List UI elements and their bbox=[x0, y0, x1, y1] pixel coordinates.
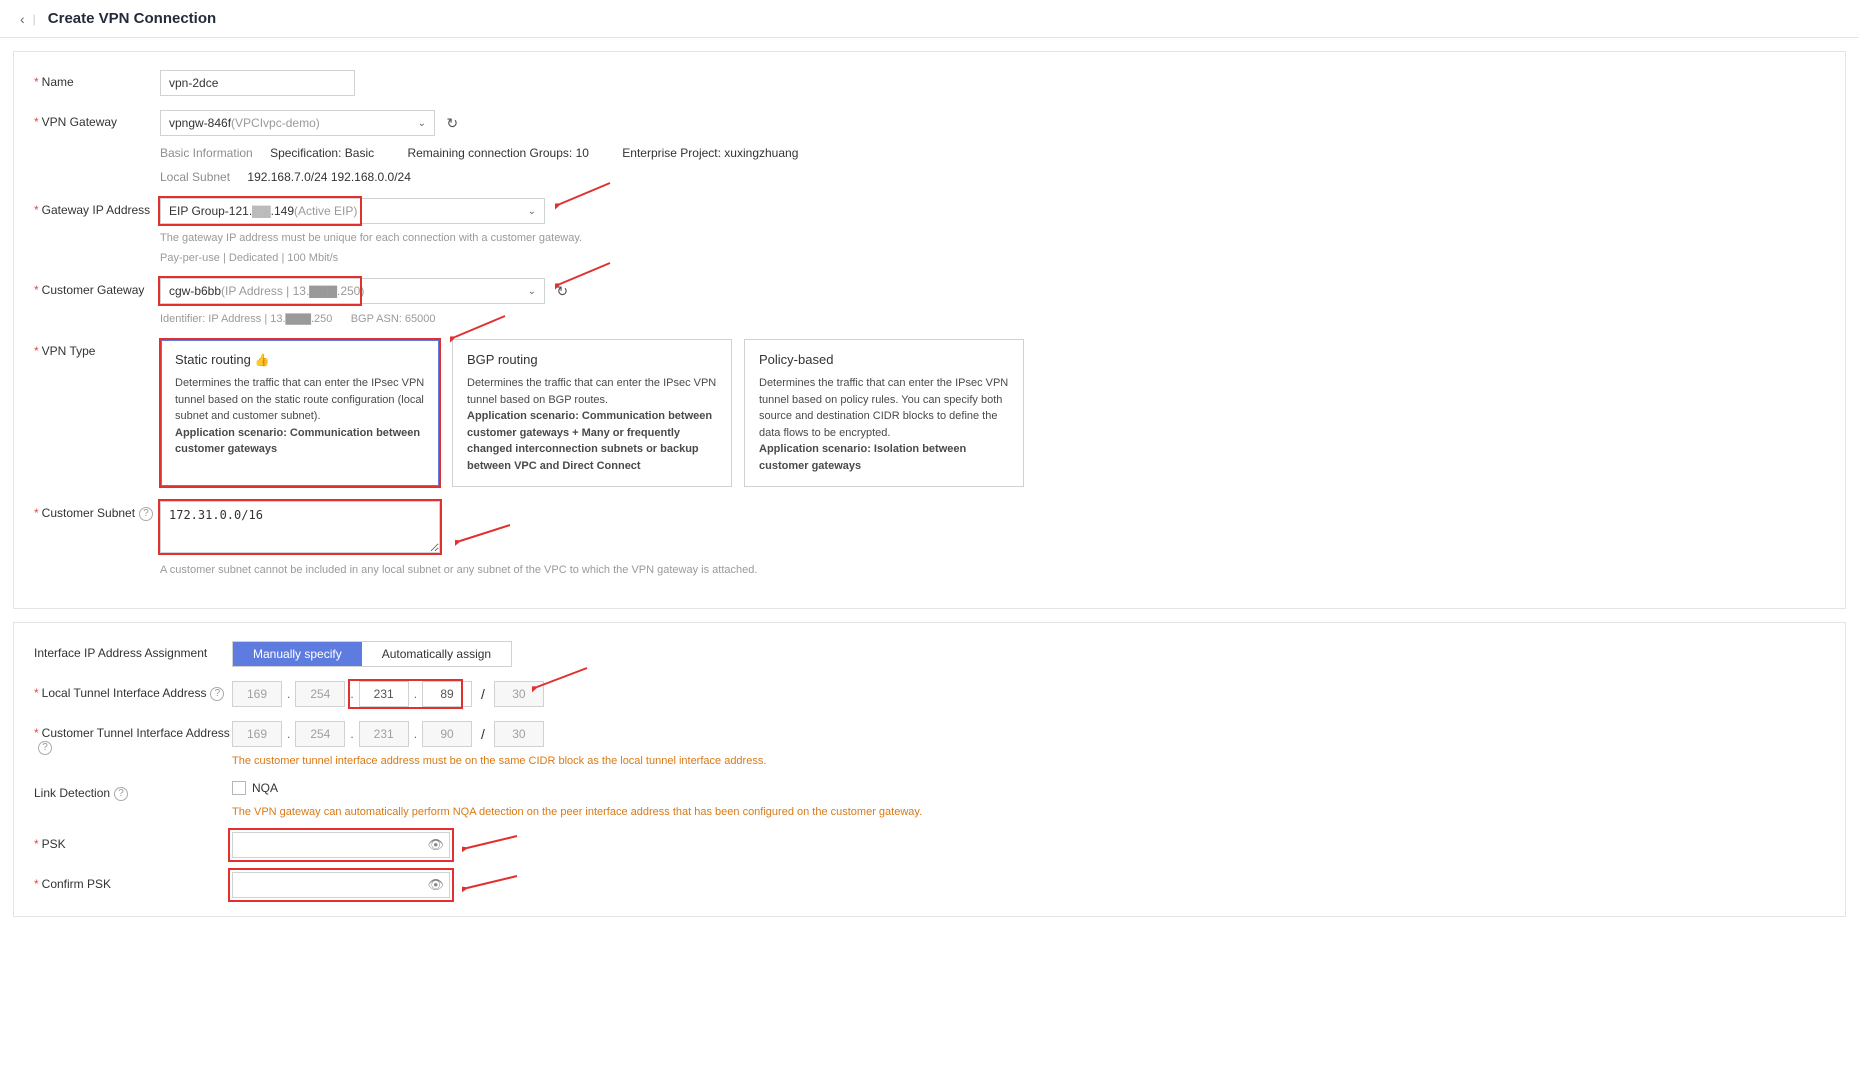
header-divider: | bbox=[33, 12, 36, 26]
help-icon[interactable]: ? bbox=[139, 507, 153, 521]
toggle-manual[interactable]: Manually specify bbox=[233, 642, 362, 666]
refresh-icon[interactable]: ↻ bbox=[446, 115, 458, 132]
label-confirm-psk: *Confirm PSK bbox=[34, 872, 232, 891]
interface-assignment-toggle: Manually specify Automatically assign bbox=[232, 641, 512, 667]
customer-subnet-hint: A customer subnet cannot be included in … bbox=[160, 564, 1825, 576]
name-input[interactable] bbox=[160, 70, 355, 96]
annotation-arrow bbox=[455, 521, 515, 546]
customer-tunnel-o4 bbox=[422, 721, 472, 747]
vpn-type-policy[interactable]: Policy-based Determines the traffic that… bbox=[744, 339, 1024, 487]
label-gateway-ip: *Gateway IP Address bbox=[34, 198, 160, 217]
chevron-down-icon: ⌄ bbox=[528, 286, 536, 297]
label-name: *Name bbox=[34, 70, 160, 89]
label-link-detection: Link Detection? bbox=[34, 781, 232, 801]
customer-tunnel-warn: The customer tunnel interface address mu… bbox=[232, 755, 1825, 767]
gateway-ip-billing: Pay-per-use | Dedicated | 100 Mbit/s bbox=[160, 252, 1825, 264]
label-interface-assignment: Interface IP Address Assignment bbox=[34, 641, 232, 660]
page-title: Create VPN Connection bbox=[48, 10, 216, 27]
back-icon[interactable]: ‹ bbox=[20, 11, 25, 27]
eye-off-icon[interactable]: 👁 bbox=[427, 837, 444, 853]
annotation-arrow bbox=[462, 830, 522, 855]
label-customer-subnet: *Customer Subnet? bbox=[34, 501, 160, 521]
label-vpn-gateway: *VPN Gateway bbox=[34, 110, 160, 129]
label-customer-gateway: *Customer Gateway bbox=[34, 278, 160, 297]
customer-gateway-info: Identifier: IP Address | 13.▇▇▇.250 BGP … bbox=[160, 312, 1825, 325]
gateway-ip-hint: The gateway IP address must be unique fo… bbox=[160, 232, 1825, 244]
thumbs-up-icon: 👍 bbox=[255, 353, 270, 367]
nqa-checkbox[interactable] bbox=[232, 781, 246, 795]
refresh-icon[interactable]: ↻ bbox=[556, 283, 568, 300]
vpn-gateway-select[interactable]: vpngw-846f(VPCIvpc-demo) ⌄ bbox=[160, 110, 435, 136]
nqa-label: NQA bbox=[252, 781, 278, 795]
customer-gateway-select[interactable]: cgw-b6bb(IP Address | 13.▇▇▇.250) ⌄ bbox=[160, 278, 545, 304]
customer-tunnel-o2 bbox=[295, 721, 345, 747]
label-local-tunnel: *Local Tunnel Interface Address? bbox=[34, 681, 232, 701]
help-icon[interactable]: ? bbox=[38, 741, 52, 755]
eye-off-icon[interactable]: 👁 bbox=[427, 877, 444, 893]
link-detection-note: The VPN gateway can automatically perfor… bbox=[232, 806, 1825, 818]
local-tunnel-o4[interactable] bbox=[422, 681, 472, 707]
toggle-auto[interactable]: Automatically assign bbox=[362, 642, 511, 666]
chevron-down-icon: ⌄ bbox=[418, 118, 426, 129]
vpn-type-bgp[interactable]: BGP routing Determines the traffic that … bbox=[452, 339, 732, 487]
help-icon[interactable]: ? bbox=[210, 687, 224, 701]
panel-basic: *Name *VPN Gateway vpngw-846f(VPCIvpc-de… bbox=[13, 51, 1846, 609]
customer-subnet-input[interactable]: 172.31.0.0/16 bbox=[160, 501, 440, 553]
gateway-ip-select[interactable]: EIP Group-121.▇▇.149(Active EIP) ⌄ bbox=[160, 198, 545, 224]
annotation-arrow bbox=[555, 180, 615, 210]
label-vpn-type: *VPN Type bbox=[34, 339, 160, 358]
local-tunnel-o3[interactable] bbox=[359, 681, 409, 707]
psk-input[interactable] bbox=[232, 832, 450, 858]
customer-tunnel-o1 bbox=[232, 721, 282, 747]
label-psk: *PSK bbox=[34, 832, 232, 851]
confirm-psk-input[interactable] bbox=[232, 872, 450, 898]
help-icon[interactable]: ? bbox=[114, 787, 128, 801]
label-customer-tunnel: *Customer Tunnel Interface Address? bbox=[34, 721, 232, 755]
local-tunnel-o2 bbox=[295, 681, 345, 707]
panel-tunnel: Interface IP Address Assignment Manually… bbox=[13, 622, 1846, 917]
customer-tunnel-mask bbox=[494, 721, 544, 747]
customer-tunnel-o3 bbox=[359, 721, 409, 747]
chevron-down-icon: ⌄ bbox=[528, 206, 536, 217]
local-tunnel-o1 bbox=[232, 681, 282, 707]
local-tunnel-mask bbox=[494, 681, 544, 707]
vpn-type-static[interactable]: Static routing👍 Determines the traffic t… bbox=[160, 339, 440, 487]
annotation-arrow bbox=[462, 870, 522, 895]
